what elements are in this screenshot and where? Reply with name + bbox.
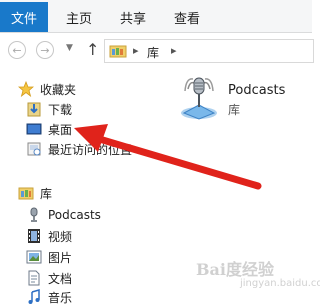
picture-icon — [26, 250, 42, 264]
back-arrow-icon: ← — [12, 43, 22, 57]
desktop-icon — [26, 123, 42, 135]
nav-videos[interactable]: 视频 — [26, 226, 72, 246]
nav-desktop[interactable]: 桌面 — [26, 119, 72, 139]
baidu-watermark: Bai度经验 — [196, 260, 274, 279]
navigation-pane: 收藏夹 下载 桌面 最近访问的位置 库 Podcasts 视频 图片 文档 音乐 — [0, 69, 170, 305]
nav-documents[interactable]: 文档 — [26, 268, 72, 288]
nav-podcasts-label: Podcasts — [48, 208, 101, 222]
nav-pictures-label: 图片 — [48, 250, 73, 265]
nav-videos-label: 视频 — [48, 229, 73, 244]
nav-podcasts[interactable]: Podcasts — [26, 205, 101, 225]
breadcrumb-chevron-icon[interactable]: ▸ — [133, 44, 139, 57]
nav-documents-label: 文档 — [48, 271, 73, 286]
library-icon — [109, 45, 127, 58]
library-item-subtitle: 库 — [228, 103, 241, 117]
breadcrumb-chevron-icon[interactable]: ▸ — [171, 44, 177, 57]
document-icon — [28, 270, 40, 286]
address-row: ← → ▼ ↑ ▸ 库 ▸ — [0, 33, 314, 69]
nav-favorites[interactable]: 收藏夹 — [18, 79, 76, 99]
tab-file[interactable]: 文件 — [0, 2, 48, 32]
recent-locations-dropdown-icon[interactable]: ▼ — [66, 43, 73, 53]
library-item-title: Podcasts — [228, 83, 286, 98]
tab-home[interactable]: 主页 — [66, 2, 92, 32]
nav-downloads-label: 下载 — [48, 102, 73, 117]
nav-pictures[interactable]: 图片 — [26, 247, 72, 267]
music-note-icon — [28, 289, 40, 304]
nav-music[interactable]: 音乐 — [26, 287, 72, 307]
tab-view[interactable]: 查看 — [174, 2, 200, 32]
downloads-icon — [27, 102, 41, 117]
nav-downloads[interactable]: 下载 — [26, 99, 72, 119]
library-icon — [18, 187, 34, 200]
library-item-podcasts[interactable]: Podcasts 库 — [170, 69, 312, 129]
nav-desktop-label: 桌面 — [48, 122, 73, 137]
nav-favorites-label: 收藏夹 — [40, 82, 77, 97]
baidu-watermark-url: jingyan.baidu.com — [240, 278, 320, 289]
nav-library[interactable]: 库 — [18, 183, 52, 203]
forward-button[interactable]: → — [36, 41, 54, 59]
star-icon — [18, 81, 34, 97]
nav-library-label: 库 — [40, 186, 53, 201]
back-button[interactable]: ← — [8, 41, 26, 59]
breadcrumb-library[interactable]: 库 — [147, 44, 159, 61]
recent-places-icon — [27, 142, 41, 156]
up-arrow-button[interactable]: ↑ — [86, 40, 99, 59]
film-icon — [28, 229, 40, 243]
podcast-microphone-icon — [181, 77, 217, 120]
address-bar[interactable]: ▸ 库 ▸ — [104, 39, 314, 63]
nav-recent-places[interactable]: 最近访问的位置 — [26, 139, 132, 159]
podcast-microphone-icon — [30, 207, 38, 222]
nav-recent-places-label: 最近访问的位置 — [48, 142, 133, 157]
tab-share[interactable]: 共享 — [120, 2, 146, 32]
forward-arrow-icon: → — [40, 43, 50, 57]
nav-music-label: 音乐 — [48, 290, 73, 305]
ribbon-tab-bar: 文件 主页 共享 查看 — [0, 0, 312, 33]
